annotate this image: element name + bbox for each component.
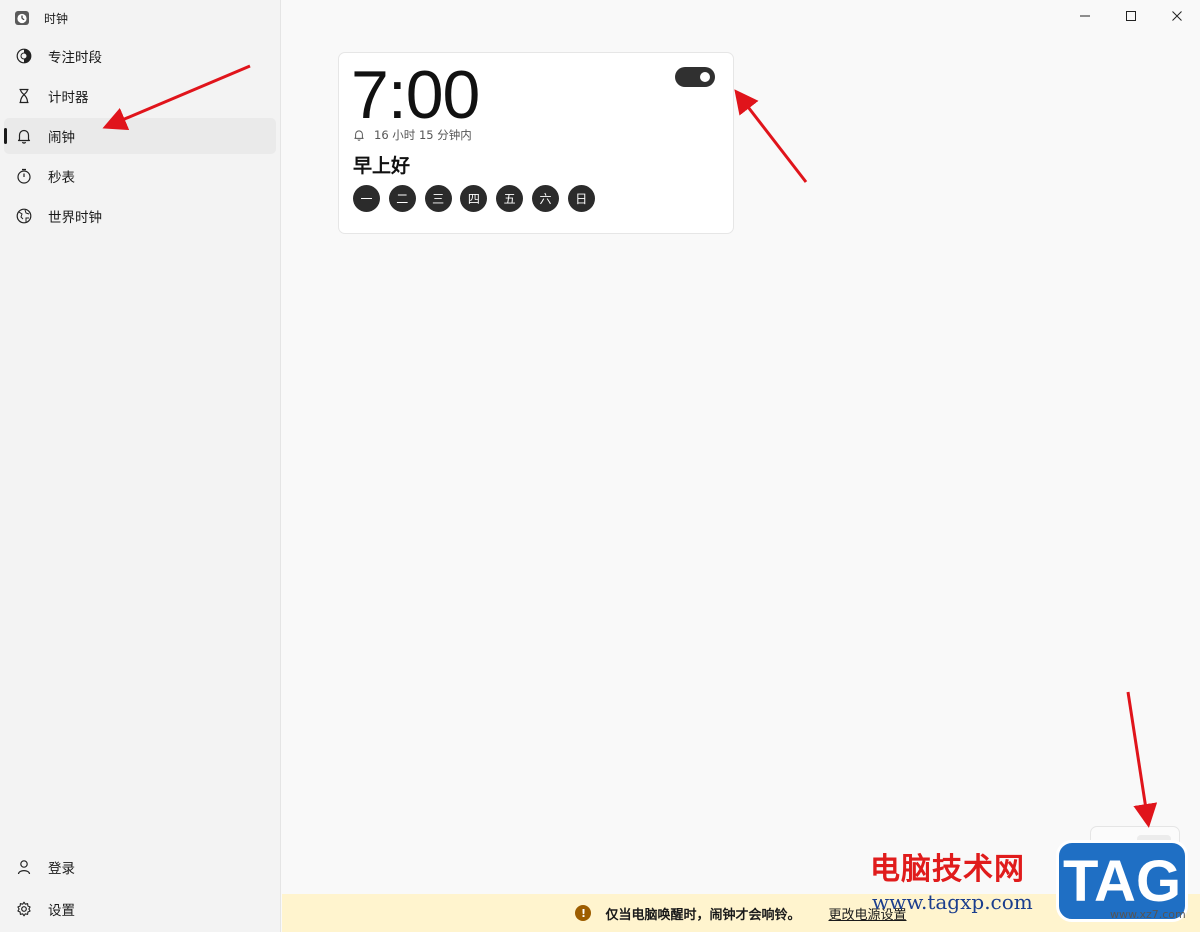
- alarm-name: 早上好: [353, 155, 411, 177]
- warning-icon: !: [575, 905, 592, 921]
- day-badge: 四: [460, 185, 488, 212]
- stopwatch-icon: [16, 168, 32, 184]
- toggle-knob: [700, 72, 710, 82]
- alarm-card[interactable]: 7:00 16 小时 15 分钟内 早上好 一 二 三 四 五 六 日: [338, 52, 734, 234]
- info-message: 仅当电脑唤醒时，闹钟才会响铃。: [605, 907, 801, 923]
- sidebar: 时钟 专注时段 计时器 闹钟 秒表 世界时钟 登录 设置: [0, 0, 281, 932]
- bell-icon: [16, 128, 32, 144]
- sidebar-item-alarm[interactable]: 闹钟: [4, 118, 276, 154]
- watermark-url: www.tagxp.com: [872, 890, 1033, 914]
- minimize-button[interactable]: [1062, 0, 1108, 32]
- sidebar-item-label: 设置: [48, 903, 75, 919]
- app-title-bar: 时钟: [14, 8, 68, 28]
- app-title: 时钟: [44, 11, 69, 26]
- sidebar-item-timer[interactable]: 计时器: [4, 78, 276, 114]
- focus-icon: [16, 48, 32, 64]
- alarm-time: 7:00: [351, 57, 480, 133]
- minimize-icon: [1080, 15, 1090, 17]
- arrow-to-toggle: [734, 89, 808, 183]
- clock-app-icon: [14, 10, 30, 26]
- maximize-icon: [1126, 11, 1136, 21]
- hourglass-icon: [16, 88, 32, 104]
- day-badge: 二: [388, 185, 416, 212]
- watermark-site-name: 电脑技术网: [870, 852, 1025, 887]
- person-icon: [16, 859, 32, 875]
- sidebar-item-label: 专注时段: [48, 50, 102, 66]
- alarm-days: 一 二 三 四 五 六 日: [353, 185, 604, 212]
- day-badge: 日: [567, 185, 595, 212]
- sidebar-item-label: 登录: [48, 861, 75, 877]
- globe-icon: [16, 208, 32, 224]
- sidebar-item-label: 计时器: [48, 90, 89, 106]
- alarm-toggle[interactable]: [675, 67, 715, 87]
- watermark-small: www.xz7.com: [1110, 908, 1186, 921]
- gear-icon: [16, 901, 32, 917]
- alarm-remaining: 16 小时 15 分钟内: [353, 127, 472, 143]
- close-icon: [1172, 11, 1182, 21]
- day-badge: 五: [496, 185, 524, 212]
- day-badge: 六: [531, 185, 559, 212]
- sidebar-item-label: 闹钟: [48, 130, 75, 146]
- sidebar-item-world-clock[interactable]: 世界时钟: [4, 198, 276, 234]
- sidebar-item-label: 秒表: [48, 170, 75, 186]
- day-badge: 一: [353, 185, 380, 212]
- sidebar-item-focus[interactable]: 专注时段: [4, 38, 276, 74]
- day-badge: 三: [424, 185, 452, 212]
- sidebar-item-label: 世界时钟: [48, 210, 102, 226]
- sidebar-item-stopwatch[interactable]: 秒表: [4, 158, 276, 194]
- arrow-to-add-button: [1126, 691, 1158, 828]
- sidebar-item-settings[interactable]: 设置: [4, 891, 276, 927]
- alarm-remaining-text: 16 小时 15 分钟内: [374, 128, 472, 142]
- maximize-button[interactable]: [1108, 0, 1154, 32]
- sidebar-item-sign-in[interactable]: 登录: [4, 849, 276, 885]
- bell-icon: [353, 129, 365, 141]
- close-button[interactable]: [1154, 0, 1200, 32]
